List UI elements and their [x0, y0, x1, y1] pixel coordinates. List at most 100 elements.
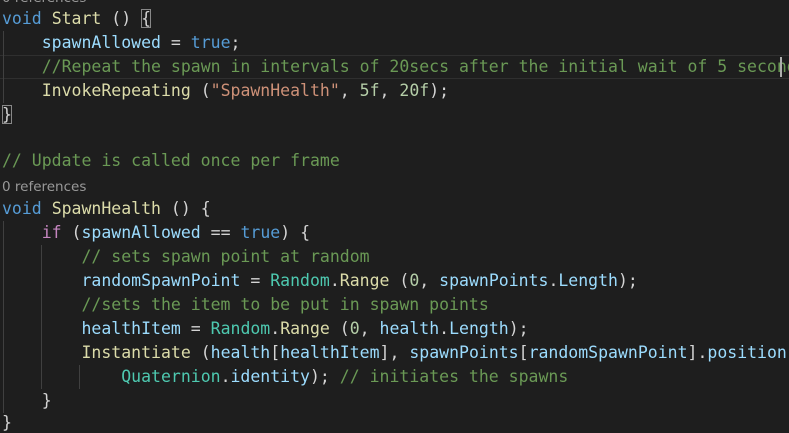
code-token: if	[41, 223, 62, 242]
code-token: ;	[230, 33, 241, 52]
code-line[interactable]: InvokeRepeating ("SpawnHealth", 5f, 20f)…	[2, 79, 449, 103]
code-token: 0	[349, 319, 360, 338]
code-token: }	[2, 391, 52, 410]
code-token: health	[210, 343, 271, 362]
code-token: //Repeat the spawn in intervals of 20sec…	[41, 57, 789, 76]
code-token: (	[190, 343, 211, 362]
code-token: );	[508, 319, 529, 338]
code-token: identity	[230, 367, 310, 386]
code-token: (	[190, 81, 211, 100]
code-lens-references[interactable]: 0 references	[2, 177, 86, 197]
code-token: ,	[359, 319, 380, 338]
code-token: void	[2, 199, 42, 218]
code-token: spawnAllowed	[41, 33, 161, 52]
code-token: );	[617, 271, 638, 290]
code-line[interactable]: void Start () {	[2, 7, 152, 31]
code-line[interactable]: Quaternion.identity); // initiates the s…	[2, 365, 568, 389]
code-token: =	[160, 33, 191, 52]
code-token: ,	[419, 271, 440, 290]
code-token: (	[329, 319, 350, 338]
code-token: Random	[210, 319, 271, 338]
code-token: position	[707, 343, 787, 362]
code-token: .	[329, 271, 340, 290]
code-token: healthItem	[280, 343, 380, 362]
code-token: ()	[101, 9, 142, 28]
code-token: Random	[270, 271, 330, 290]
code-token: spawnAllowed	[81, 223, 201, 242]
code-token: Start	[51, 9, 102, 28]
code-token: // initiates the spawns	[339, 367, 569, 386]
code-token: () {	[160, 199, 211, 218]
code-token: );	[309, 367, 340, 386]
code-token: );	[429, 81, 450, 100]
code-token: .	[548, 271, 559, 290]
code-line[interactable]: if (spawnAllowed == true) {	[2, 221, 310, 245]
code-token: //sets the item to be put in spawn point…	[81, 295, 489, 314]
code-token: (	[61, 223, 82, 242]
code-token: }	[2, 105, 12, 124]
code-token: Length	[449, 319, 509, 338]
code-line[interactable]: // Update is called once per frame	[2, 149, 340, 173]
code-token: }	[2, 413, 12, 432]
code-token: health	[379, 319, 440, 338]
code-token: ) {	[280, 223, 311, 242]
code-token: =	[240, 271, 271, 290]
code-line[interactable]: //Repeat the spawn in intervals of 20sec…	[2, 55, 789, 79]
code-editor[interactable]: 0 references0 references void Start () {…	[0, 0, 789, 433]
code-token: Range	[280, 319, 330, 338]
code-token: .	[270, 319, 281, 338]
code-token: 0	[409, 271, 420, 290]
code-token: =	[180, 319, 211, 338]
code-line[interactable]: //sets the item to be put in spawn point…	[2, 293, 489, 317]
code-line[interactable]: // sets spawn point at random	[2, 245, 370, 269]
code-line[interactable]: }	[2, 411, 12, 433]
code-token: SpawnHealth	[51, 199, 161, 218]
code-token: [	[270, 343, 281, 362]
code-line[interactable]: void SpawnHealth () {	[2, 197, 211, 221]
code-token: spawnPoints	[409, 343, 519, 362]
code-token: ,	[339, 81, 360, 100]
code-token: Quaternion	[121, 367, 221, 386]
code-token: 20f	[399, 81, 430, 100]
code-token: 5f	[359, 81, 380, 100]
code-token: Instantiate	[81, 343, 191, 362]
code-token: // sets spawn point at random	[81, 247, 370, 266]
code-token: .	[439, 319, 450, 338]
code-token: [	[518, 343, 529, 362]
code-token: randomSpawnPoint	[528, 343, 688, 362]
code-token: void	[2, 9, 42, 28]
code-token: (	[389, 271, 410, 290]
code-token: true	[240, 223, 281, 242]
code-token: ].	[687, 343, 708, 362]
code-token: ==	[200, 223, 241, 242]
code-token: {	[141, 9, 152, 28]
code-token: spawnPoints	[439, 271, 549, 290]
code-token: InvokeRepeating	[41, 81, 191, 100]
code-token: "SpawnHealth"	[210, 81, 340, 100]
code-token: ,	[379, 81, 400, 100]
code-token: Range	[339, 271, 390, 290]
code-token: healthItem	[81, 319, 181, 338]
code-line[interactable]: Instantiate (health[healthItem], spawnPo…	[2, 341, 789, 365]
text-cursor	[780, 57, 782, 77]
code-token: ],	[379, 343, 410, 362]
code-line[interactable]: randomSpawnPoint = Random.Range (0, spaw…	[2, 269, 638, 293]
code-line[interactable]: }	[2, 103, 12, 127]
code-token: true	[190, 33, 231, 52]
code-line[interactable]: }	[2, 389, 52, 413]
code-token: randomSpawnPoint	[81, 271, 241, 290]
code-token: // Update is called once per frame	[2, 151, 340, 170]
code-line[interactable]: healthItem = Random.Range (0, health.Len…	[2, 317, 529, 341]
code-line[interactable]: spawnAllowed = true;	[2, 31, 241, 55]
